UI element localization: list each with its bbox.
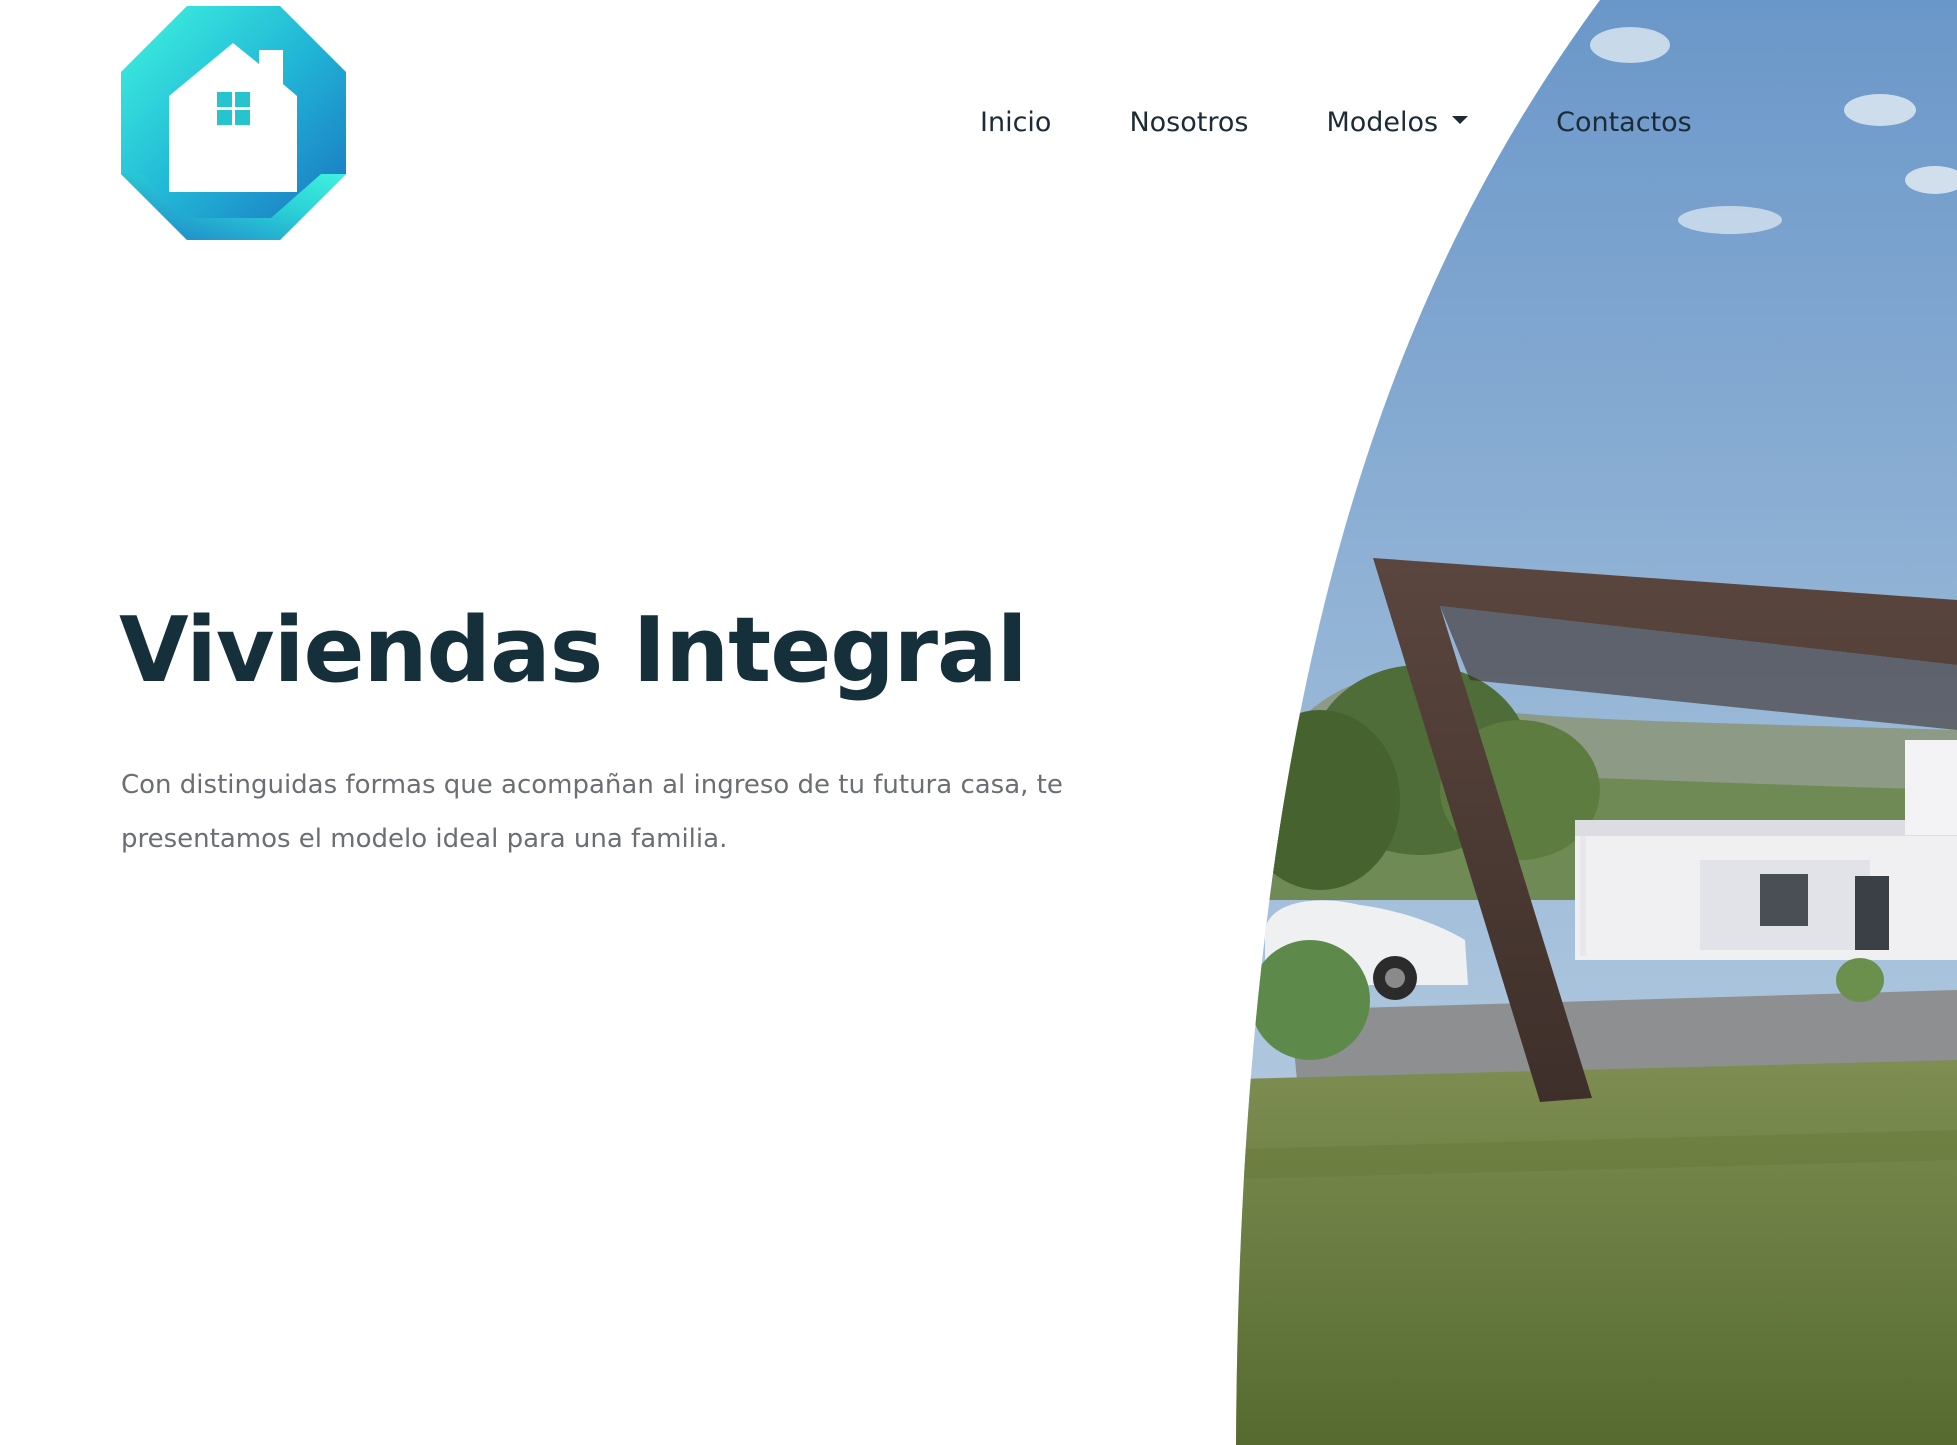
hero-description: Con distinguidas formas que acompañan al… (121, 770, 1063, 854)
nav-inicio-label: Inicio (980, 106, 1052, 138)
nav-contactos-label: Contactos (1556, 106, 1692, 138)
nav-inicio[interactable]: Inicio (980, 107, 1051, 138)
house-octagon-logo[interactable] (121, 6, 346, 240)
hero-title: Viviendas Integral (119, 598, 1028, 703)
caret-down-icon (1452, 116, 1469, 124)
page: Inicio Nosotros Modelos Contactos Vivien… (0, 0, 1957, 1445)
nav-modelos-dropdown[interactable]: Modelos (1326, 106, 1469, 138)
main-nav: Inicio Nosotros Modelos Contactos (980, 100, 1692, 144)
nav-nosotros-label: Nosotros (1129, 106, 1249, 138)
nav-nosotros[interactable]: Nosotros (1129, 107, 1248, 138)
nav-contactos[interactable]: Contactos (1556, 107, 1692, 138)
nav-modelos-label: Modelos (1326, 106, 1439, 138)
